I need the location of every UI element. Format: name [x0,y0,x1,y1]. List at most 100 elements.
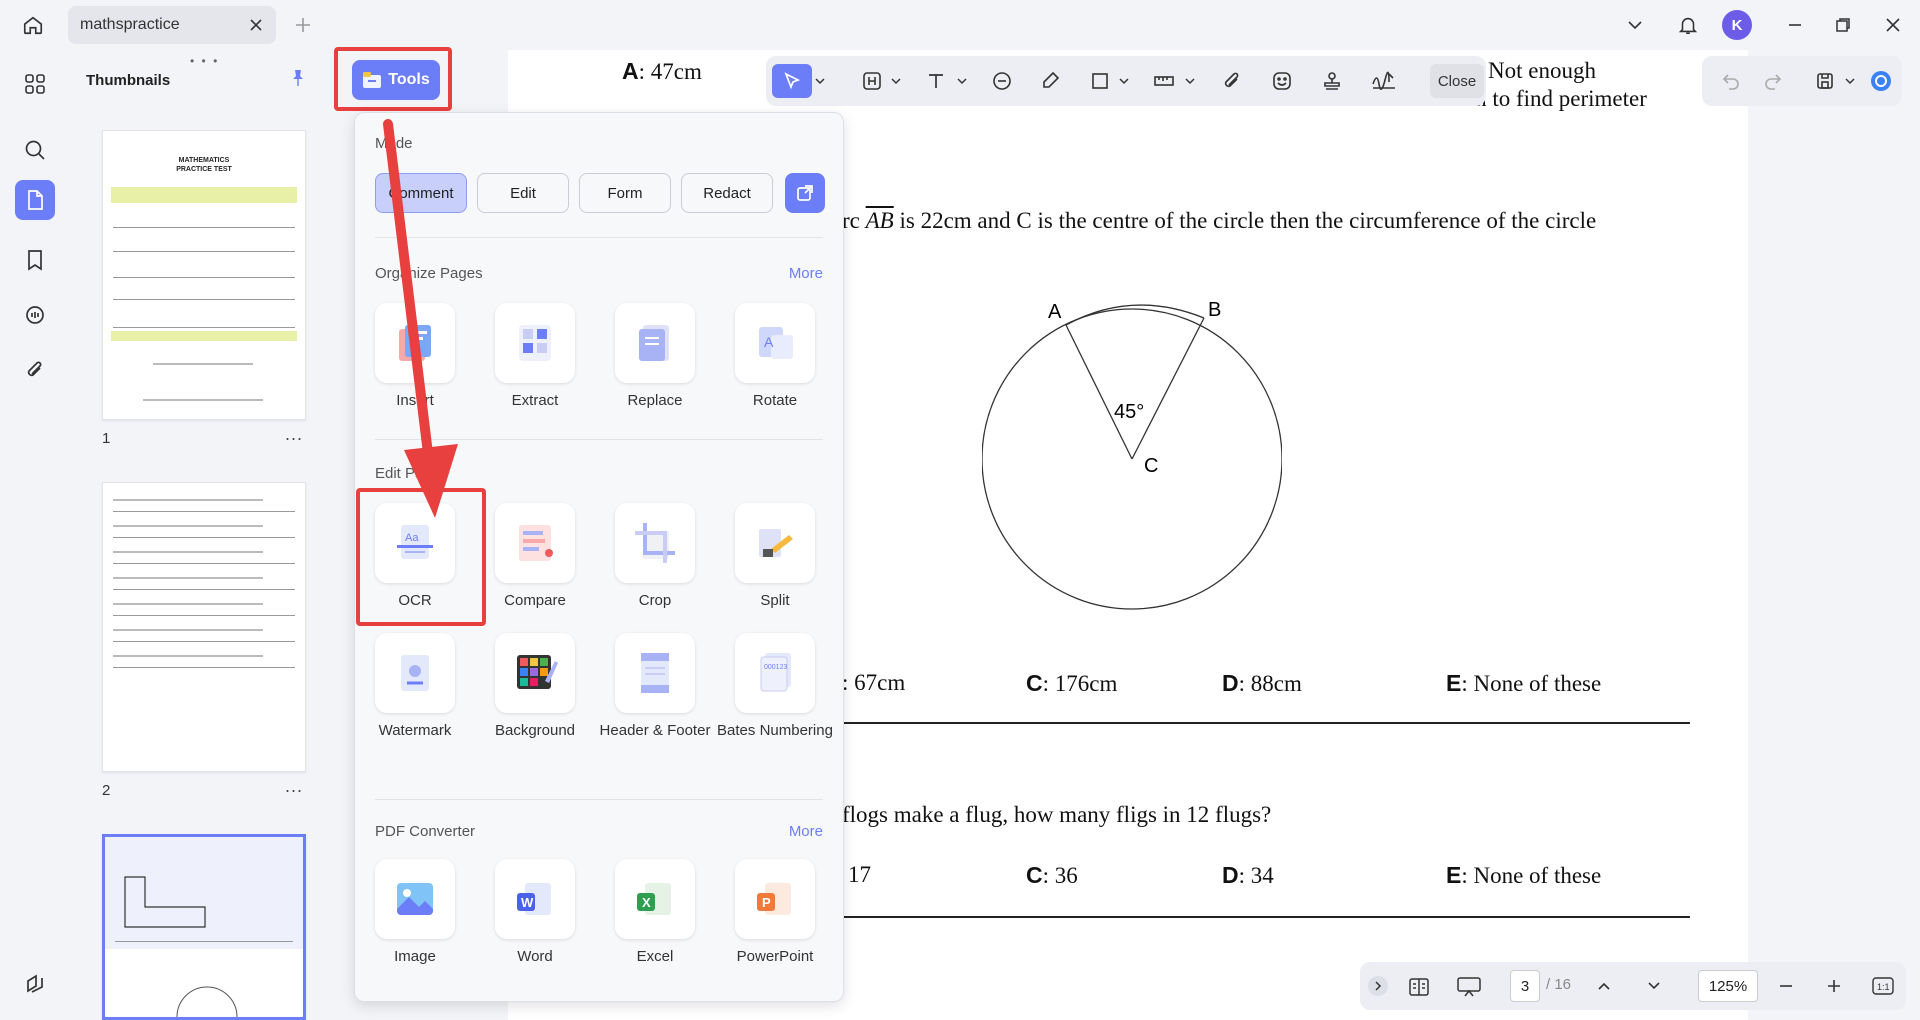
converter-title: PDF Converter [375,823,476,840]
paperclip-icon[interactable] [15,350,55,390]
tool-background[interactable]: Background [475,633,595,741]
more-icon[interactable]: ... [285,776,303,797]
attach-tool-icon[interactable] [1214,64,1250,98]
pin-icon[interactable] [288,68,312,92]
page-thumbnail-1[interactable]: MATHEMATICS PRACTICE TEST [102,130,306,420]
chevron-down-icon[interactable] [812,64,828,98]
page-number-input[interactable]: 3 [1510,970,1540,1002]
tool-powerpoint[interactable]: P PowerPoint [715,859,835,967]
svg-text:000123: 000123 [764,664,787,671]
chevron-down-icon[interactable] [954,64,970,98]
avatar[interactable]: K [1722,10,1752,40]
actual-size-icon[interactable]: 1:1 [1870,974,1896,998]
tool-label: Background [494,722,576,739]
tool-bates-numbering[interactable]: 000123 Bates Numbering [715,633,835,741]
rectangle-tool-icon[interactable] [1082,64,1118,98]
chevron-down-icon[interactable] [1642,974,1666,998]
svg-text:W: W [521,895,534,910]
tool-label: Image [394,948,436,965]
tool-header-footer[interactable]: Header & Footer [595,633,715,741]
tool-word[interactable]: W Word [475,859,595,967]
close-icon[interactable] [246,15,266,35]
question-text: rc AB is 22cm and C is the centre of the… [842,208,1597,233]
bookmark-icon[interactable] [15,240,55,280]
page-thumbnail-3[interactable] [102,834,306,1020]
answer-d-q1: D: 88cm [1222,670,1302,696]
layers-icon[interactable] [15,964,55,1004]
divider [375,799,823,800]
chevron-down-icon[interactable] [888,64,904,98]
chevron-down-icon[interactable] [1622,12,1648,38]
home-icon[interactable] [18,10,48,40]
undo-icon[interactable] [1716,64,1746,98]
question-2-text: flogs make a flug, how many fligs in 12 … [842,802,1272,827]
close-window-icon[interactable] [1880,12,1906,38]
search-icon[interactable] [15,130,55,170]
thumbnails-icon[interactable] [15,180,55,220]
stamp-tool-icon[interactable] [1314,64,1350,98]
organize-more-link[interactable]: More [789,265,823,282]
close-toolbar-button[interactable]: Close [1430,64,1484,98]
mode-form-button[interactable]: Form [579,173,671,213]
background-icon [495,633,575,713]
open-external-button[interactable] [785,173,825,213]
bell-icon[interactable] [1673,10,1703,40]
answer-d-q2: D: 34 [1222,862,1274,888]
zoom-in-icon[interactable] [1822,974,1846,998]
ai-assistant-icon[interactable] [1866,64,1896,98]
thumb-page-number: 1 [102,430,111,447]
tool-image[interactable]: Image [355,859,475,967]
right-toolbar [1702,56,1902,106]
redo-icon[interactable] [1758,64,1788,98]
zoom-level[interactable]: 125% [1698,970,1758,1002]
comment-icon[interactable] [15,296,55,336]
document-tab[interactable]: mathspractice [68,6,276,44]
present-icon[interactable] [1454,974,1484,1000]
bottom-bar: 3 / 16 125% 1:1 [1360,962,1906,1010]
thumb-heading-2: PRACTICE TEST [176,166,232,173]
tool-label: Bates Numbering [717,722,833,739]
mode-redact-button[interactable]: Redact [681,173,773,213]
page-thumbnail-2[interactable] [102,482,306,772]
svg-text:P: P [762,895,771,910]
signature-tool-icon[interactable] [1364,64,1404,98]
new-tab-icon[interactable] [290,12,316,38]
chevron-down-icon[interactable] [1116,64,1132,98]
tool-rotate[interactable]: A Rotate [715,303,835,411]
tool-excel[interactable]: X Excel [595,859,715,967]
comment-tool-icon[interactable] [984,64,1020,98]
tool-split[interactable]: Split [715,503,835,611]
excel-icon: X [615,859,695,939]
tool-label: Split [760,592,790,609]
tool-crop[interactable]: Crop [595,503,715,611]
save-icon[interactable] [1810,64,1840,98]
pen-tool-icon[interactable] [1032,64,1068,98]
converter-more-link[interactable]: More [789,823,823,840]
more-icon[interactable]: ... [285,424,303,445]
tool-watermark[interactable]: Watermark [355,633,475,741]
tool-replace[interactable]: Replace [595,303,715,411]
chevron-down-icon[interactable] [1842,64,1858,98]
grid-icon[interactable] [15,64,55,104]
answer-c-q2: C: 36 [1026,862,1078,888]
divider-line [842,916,1690,918]
chevron-down-icon[interactable] [1182,64,1198,98]
chevron-up-icon[interactable] [1592,974,1616,998]
sticker-tool-icon[interactable] [1264,64,1300,98]
measure-tool-icon[interactable] [1146,64,1182,98]
restore-icon[interactable] [1830,12,1856,38]
rotate-icon: A [735,303,815,383]
highlight-tool-icon[interactable] [854,64,890,98]
tool-label: PowerPoint [736,948,814,965]
answer-e-q1: E: None of these [1446,670,1602,696]
highlight-box [334,47,452,111]
divider-line [842,722,1690,724]
minimize-icon[interactable] [1782,12,1808,38]
text-tool-icon[interactable] [918,64,954,98]
tool-label: Header & Footer [599,722,711,739]
zoom-out-icon[interactable] [1774,974,1798,998]
select-tool-button[interactable] [772,64,812,98]
page-layout-icon[interactable] [1406,974,1432,1000]
chevron-right-icon[interactable] [1368,976,1388,996]
drag-handle-icon[interactable]: • • • [190,54,219,68]
